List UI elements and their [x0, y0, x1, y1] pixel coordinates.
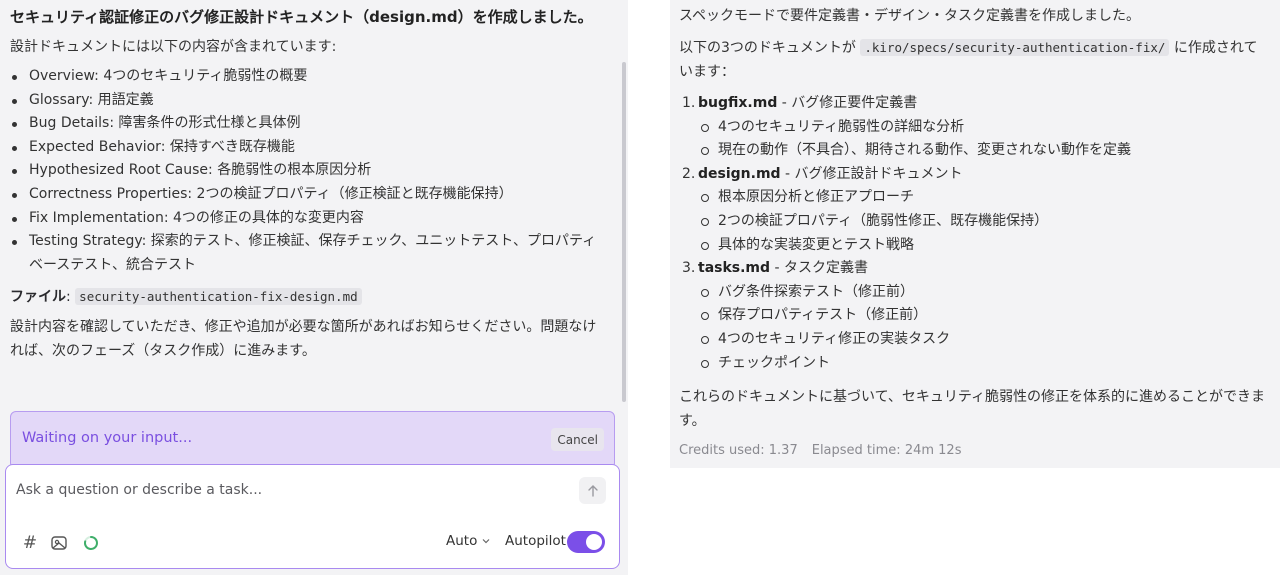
document-desc: - バグ修正設計ドキュメント [780, 165, 963, 182]
file-name[interactable]: security-authentication-fix-design.md [75, 288, 362, 306]
document-name: bugfix.md [698, 95, 778, 111]
summary-panel: スペックモードで要件定義書・デザイン・タスク定義書を作成しました。 以下の3つの… [670, 0, 1280, 468]
chat-panel: セキュリティ認証修正のバグ修正設計ドキュメント（design.md）を作成しまし… [0, 0, 628, 575]
item-number: 2. [682, 165, 696, 182]
waiting-banner: Waiting on your input... Cancel [10, 411, 615, 469]
message-closing: 設計内容を確認していただき、修正や追加が必要な箇所があればお知らせください。問題… [10, 319, 597, 360]
document-item: 2. design.md - バグ修正設計ドキュメント 根本原因分析と修正アプロ… [679, 163, 1269, 257]
list-item: Glossary: 用語定義 [10, 89, 608, 113]
file-line: ファイル: security-authentication-fix-design… [10, 285, 608, 309]
document-name: tasks.md [698, 260, 771, 277]
detail-item: 4つのセキュリティ修正の実装タスク [698, 328, 1269, 352]
autopilot-toggle[interactable] [567, 531, 605, 553]
detail-item: 保存プロパティテスト（修正前） [698, 304, 1269, 328]
assistant-message: セキュリティ認証修正のバグ修正設計ドキュメント（design.md）を作成しまし… [10, 6, 608, 363]
list-item: Fix Implementation: 4つの修正の具体的な変更内容 [10, 207, 608, 231]
model-select[interactable]: Auto [446, 533, 491, 549]
chat-input-box: # Auto Autopilot [5, 464, 620, 569]
list-item: Expected Behavior: 保持すべき既存機能 [10, 136, 608, 160]
document-list: 1. bugfix.md - バグ修正要件定義書 4つのセキュリティ脆弱性の詳細… [679, 92, 1269, 375]
chat-input[interactable] [16, 478, 556, 502]
detail-item: 根本原因分析と修正アプローチ [698, 186, 1269, 210]
detail-item: バグ条件探索テスト（修正前） [698, 281, 1269, 305]
chevron-down-icon [482, 539, 490, 544]
message-intro: 設計ドキュメントには以下の内容が含まれています: [10, 39, 337, 55]
detail-item: 4つのセキュリティ脆弱性の詳細な分析 [698, 116, 1269, 140]
detail-item: 現在の動作（不具合）、期待される動作、変更されない動作を定義 [698, 139, 1269, 163]
send-arrow-icon [587, 484, 598, 497]
detail-item: チェックポイント [698, 352, 1269, 376]
document-desc: - バグ修正要件定義書 [777, 95, 918, 111]
item-number: 1. [682, 95, 696, 111]
waiting-text: Waiting on your input... [22, 430, 193, 446]
spinner-icon [81, 533, 101, 553]
document-item: 1. bugfix.md - バグ修正要件定義書 4つのセキュリティ脆弱性の詳細… [679, 92, 1269, 163]
send-button[interactable] [579, 477, 606, 504]
summary-line: スペックモードで要件定義書・デザイン・タスク定義書を作成しました。 [679, 8, 1141, 24]
detail-item: 2つの検証プロパティ（脆弱性修正、既存機能保持） [698, 210, 1269, 234]
autopilot-label: Autopilot [505, 533, 566, 549]
summary-location: 以下の3つのドキュメントが .kiro/specs/security-authe… [679, 36, 1269, 84]
document-desc: - タスク定義書 [770, 260, 868, 277]
elapsed-time: Elapsed time: 24m 12s [811, 443, 962, 459]
file-label: ファイル [10, 289, 66, 306]
hash-icon[interactable]: # [20, 533, 40, 553]
document-details: 根本原因分析と修正アプローチ 2つの検証プロパティ（脆弱性修正、既存機能保持） … [698, 186, 1269, 257]
contents-list: Overview: 4つのセキュリティ脆弱性の概要 Glossary: 用語定義… [10, 65, 608, 277]
document-item: 3. tasks.md - タスク定義書 バグ条件探索テスト（修正前） 保存プロ… [679, 257, 1269, 375]
list-item: Hypothesized Root Cause: 各脆弱性の根本原因分析 [10, 159, 608, 183]
list-item: Correctness Properties: 2つの検証プロパティ（修正検証と… [10, 183, 608, 207]
summary-conclusion: これらのドキュメントに基づいて、セキュリティ脆弱性の修正を体系的に進めることがで… [679, 389, 1266, 430]
document-details: 4つのセキュリティ脆弱性の詳細な分析 現在の動作（不具合）、期待される動作、変更… [698, 116, 1269, 163]
toggle-knob [586, 534, 602, 550]
list-item: Testing Strategy: 探索的テスト、修正検証、保存チェック、ユニッ… [10, 230, 608, 277]
item-number: 3. [682, 260, 696, 277]
usage-stats: Credits used: 1.37 Elapsed time: 24m 12s [679, 443, 1269, 458]
spec-path[interactable]: .kiro/specs/security-authentication-fix/ [860, 39, 1170, 56]
cancel-button[interactable]: Cancel [551, 428, 604, 451]
credits-used: Credits used: 1.37 [679, 443, 798, 459]
scrollbar[interactable] [622, 62, 626, 402]
location-prefix: 以下の3つのドキュメントが [679, 40, 856, 56]
image-icon[interactable] [49, 533, 69, 553]
model-select-label: Auto [446, 533, 478, 549]
list-item: Bug Details: 障害条件の形式仕様と具体例 [10, 112, 608, 136]
summary-message: スペックモードで要件定義書・デザイン・タスク定義書を作成しました。 以下の3つの… [679, 4, 1269, 458]
document-name: design.md [698, 165, 781, 182]
list-item: Overview: 4つのセキュリティ脆弱性の概要 [10, 65, 608, 89]
detail-item: 具体的な実装変更とテスト戦略 [698, 234, 1269, 258]
document-details: バグ条件探索テスト（修正前） 保存プロパティテスト（修正前） 4つのセキュリティ… [698, 281, 1269, 375]
message-title: セキュリティ認証修正のバグ修正設計ドキュメント（design.md）を作成しまし… [10, 8, 593, 26]
